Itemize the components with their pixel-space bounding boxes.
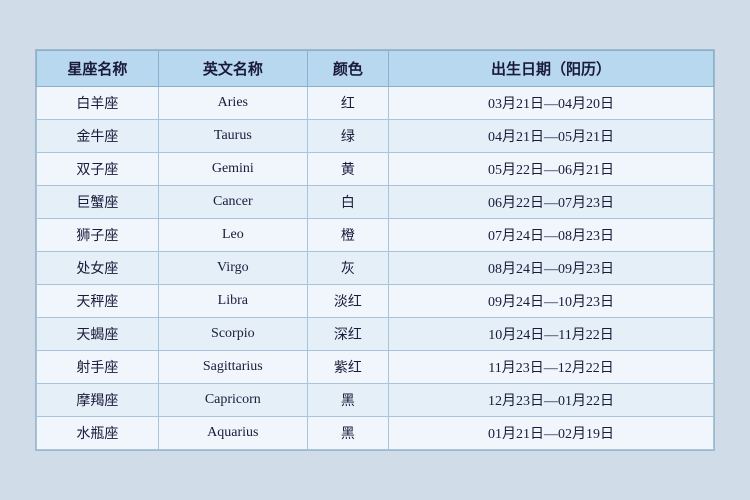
cell-english: Aries bbox=[158, 87, 307, 120]
cell-english: Aquarius bbox=[158, 417, 307, 450]
cell-english: Capricorn bbox=[158, 384, 307, 417]
cell-color: 黑 bbox=[307, 417, 388, 450]
cell-english: Taurus bbox=[158, 120, 307, 153]
cell-chinese: 巨蟹座 bbox=[37, 186, 159, 219]
cell-english: Cancer bbox=[158, 186, 307, 219]
header-color: 颜色 bbox=[307, 51, 388, 87]
table-row: 摩羯座Capricorn黑12月23日—01月22日 bbox=[37, 384, 714, 417]
cell-date: 08月24日—09月23日 bbox=[389, 252, 714, 285]
cell-date: 04月21日—05月21日 bbox=[389, 120, 714, 153]
cell-color: 红 bbox=[307, 87, 388, 120]
cell-date: 01月21日—02月19日 bbox=[389, 417, 714, 450]
cell-chinese: 双子座 bbox=[37, 153, 159, 186]
cell-color: 灰 bbox=[307, 252, 388, 285]
header-date: 出生日期（阳历） bbox=[389, 51, 714, 87]
cell-date: 06月22日—07月23日 bbox=[389, 186, 714, 219]
cell-date: 03月21日—04月20日 bbox=[389, 87, 714, 120]
header-chinese: 星座名称 bbox=[37, 51, 159, 87]
zodiac-table: 星座名称 英文名称 颜色 出生日期（阳历） 白羊座Aries红03月21日—04… bbox=[36, 50, 714, 450]
cell-chinese: 金牛座 bbox=[37, 120, 159, 153]
table-row: 水瓶座Aquarius黑01月21日—02月19日 bbox=[37, 417, 714, 450]
cell-date: 11月23日—12月22日 bbox=[389, 351, 714, 384]
cell-english: Virgo bbox=[158, 252, 307, 285]
cell-color: 绿 bbox=[307, 120, 388, 153]
cell-chinese: 处女座 bbox=[37, 252, 159, 285]
cell-english: Sagittarius bbox=[158, 351, 307, 384]
cell-color: 黑 bbox=[307, 384, 388, 417]
cell-date: 12月23日—01月22日 bbox=[389, 384, 714, 417]
table-row: 巨蟹座Cancer白06月22日—07月23日 bbox=[37, 186, 714, 219]
table-body: 白羊座Aries红03月21日—04月20日金牛座Taurus绿04月21日—0… bbox=[37, 87, 714, 450]
cell-english: Scorpio bbox=[158, 318, 307, 351]
cell-chinese: 射手座 bbox=[37, 351, 159, 384]
header-english: 英文名称 bbox=[158, 51, 307, 87]
cell-chinese: 狮子座 bbox=[37, 219, 159, 252]
cell-date: 07月24日—08月23日 bbox=[389, 219, 714, 252]
cell-color: 黄 bbox=[307, 153, 388, 186]
zodiac-table-container: 星座名称 英文名称 颜色 出生日期（阳历） 白羊座Aries红03月21日—04… bbox=[35, 49, 715, 451]
cell-chinese: 水瓶座 bbox=[37, 417, 159, 450]
table-row: 处女座Virgo灰08月24日—09月23日 bbox=[37, 252, 714, 285]
cell-english: Libra bbox=[158, 285, 307, 318]
cell-chinese: 天蝎座 bbox=[37, 318, 159, 351]
cell-color: 白 bbox=[307, 186, 388, 219]
cell-chinese: 摩羯座 bbox=[37, 384, 159, 417]
table-row: 狮子座Leo橙07月24日—08月23日 bbox=[37, 219, 714, 252]
table-header-row: 星座名称 英文名称 颜色 出生日期（阳历） bbox=[37, 51, 714, 87]
cell-english: Leo bbox=[158, 219, 307, 252]
table-row: 白羊座Aries红03月21日—04月20日 bbox=[37, 87, 714, 120]
cell-date: 10月24日—11月22日 bbox=[389, 318, 714, 351]
table-row: 天秤座Libra淡红09月24日—10月23日 bbox=[37, 285, 714, 318]
cell-chinese: 天秤座 bbox=[37, 285, 159, 318]
table-row: 天蝎座Scorpio深红10月24日—11月22日 bbox=[37, 318, 714, 351]
cell-color: 紫红 bbox=[307, 351, 388, 384]
table-row: 双子座Gemini黄05月22日—06月21日 bbox=[37, 153, 714, 186]
cell-color: 橙 bbox=[307, 219, 388, 252]
cell-chinese: 白羊座 bbox=[37, 87, 159, 120]
cell-color: 深红 bbox=[307, 318, 388, 351]
table-row: 金牛座Taurus绿04月21日—05月21日 bbox=[37, 120, 714, 153]
cell-date: 05月22日—06月21日 bbox=[389, 153, 714, 186]
cell-date: 09月24日—10月23日 bbox=[389, 285, 714, 318]
table-row: 射手座Sagittarius紫红11月23日—12月22日 bbox=[37, 351, 714, 384]
cell-color: 淡红 bbox=[307, 285, 388, 318]
cell-english: Gemini bbox=[158, 153, 307, 186]
